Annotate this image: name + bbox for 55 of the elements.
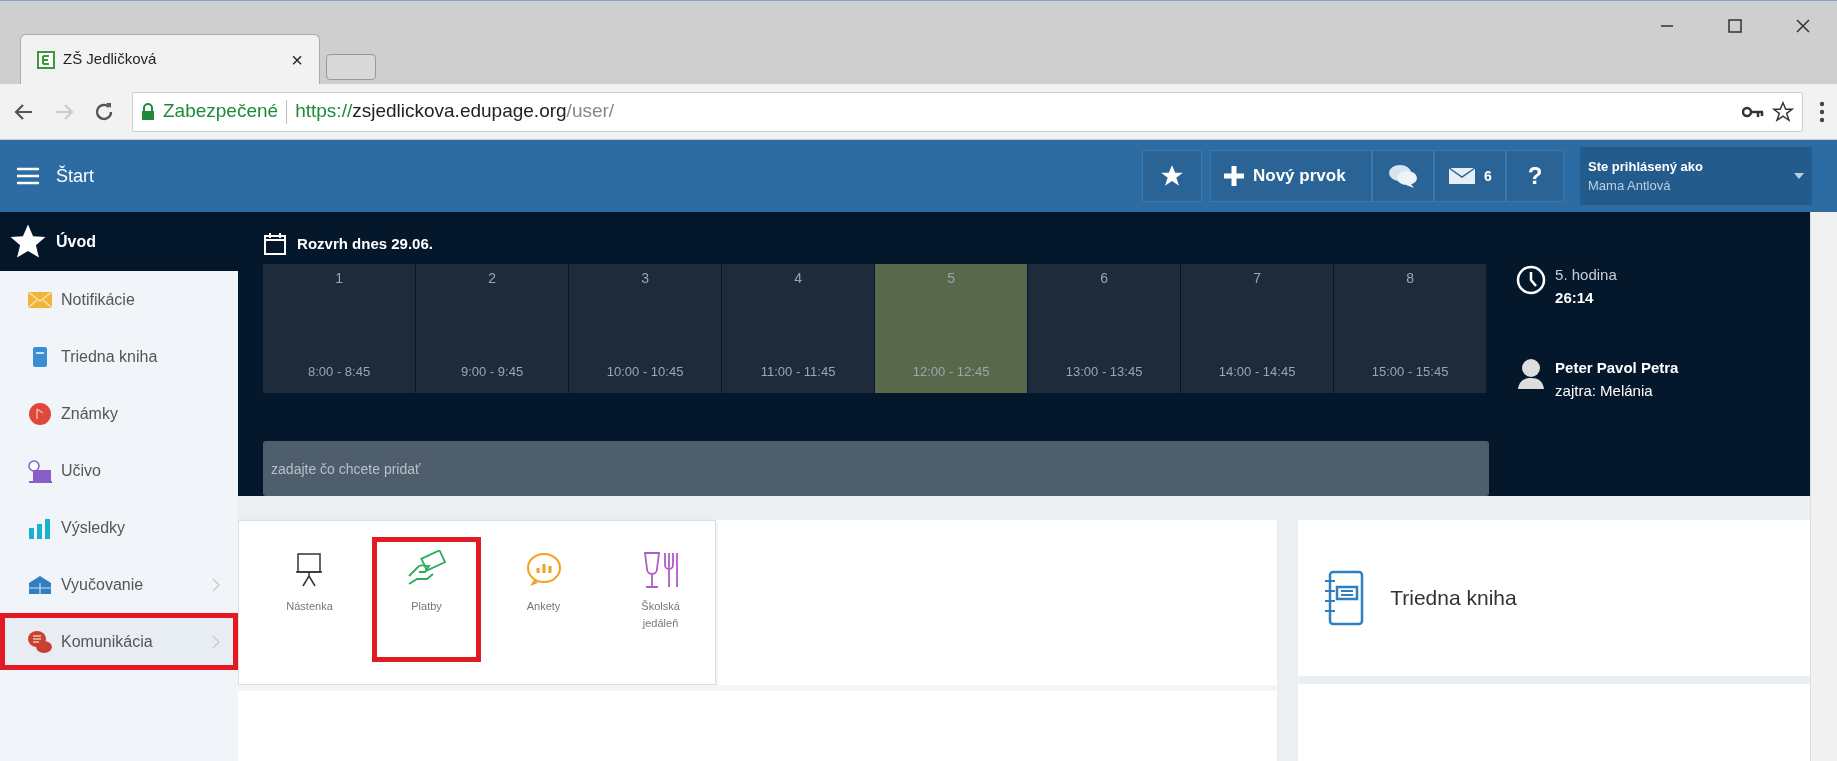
favorites-button[interactable] <box>1142 150 1202 202</box>
current-period: 5. hodina <box>1555 265 1617 285</box>
chat-button[interactable] <box>1372 150 1434 202</box>
plus-icon <box>1223 165 1245 187</box>
sidebar-item[interactable]: Notifikácie <box>0 271 239 328</box>
sidebar-item[interactable]: Triedna kniha <box>0 328 239 385</box>
bookmark-star-icon[interactable] <box>1772 100 1794 123</box>
address-bar[interactable]: Zabezpečené https://zsjedlickova.edupage.org/user/ <box>132 91 1803 132</box>
app-tile[interactable]: Ankety <box>489 537 599 662</box>
caret-icon <box>1794 173 1804 179</box>
class-book-card[interactable]: Triedna kniha <box>1298 520 1811 676</box>
tab-close-button[interactable]: × <box>291 44 303 75</box>
key-icon[interactable] <box>1742 104 1764 119</box>
app-tile[interactable]: Platby <box>372 537 482 662</box>
sidebar-item[interactable]: Známky <box>0 385 239 442</box>
remaining-time: 26:14 <box>1555 287 1595 308</box>
app-tile[interactable]: Školská jedáleň <box>606 537 716 662</box>
user-menu[interactable]: Ste prihlásený ako Mama Antlová <box>1580 147 1812 205</box>
url-text[interactable]: https://zsjedlickova.edupage.org/user/ <box>295 97 615 126</box>
speech-bubbles-icon <box>27 629 53 654</box>
nameday-today: Peter Pavol Petra <box>1555 358 1679 378</box>
clock-icon <box>1515 264 1548 296</box>
sidebar-item[interactable]: Výsledky <box>0 499 239 556</box>
lock-icon <box>141 102 155 121</box>
period-cell[interactable]: 1 8:00 - 8:45 <box>263 264 416 393</box>
help-button[interactable]: ? <box>1506 150 1564 202</box>
user-caption: Ste prihlásený ako <box>1588 157 1704 176</box>
site-favicon-icon <box>37 50 55 69</box>
add-item-field[interactable]: zadajte čo chcete pridať <box>263 441 1490 496</box>
new-item-button[interactable]: Nový prvok <box>1210 150 1372 202</box>
period-cell[interactable]: 4 11:00 - 11:45 <box>722 264 875 393</box>
period-cell[interactable]: 6 13:00 - 13:45 <box>1028 264 1181 393</box>
sidebar-item[interactable]: Komunikácia <box>0 613 239 670</box>
speech-bubbles-icon <box>1388 163 1418 189</box>
period-cell[interactable]: 7 14:00 - 14:45 <box>1181 264 1334 393</box>
sidebar-item[interactable]: Vyučovanie <box>0 556 239 613</box>
browser-tab[interactable]: ZŠ Jedličková × <box>20 34 320 84</box>
nameday-tomorrow: zajtra: Melánia <box>1555 380 1654 401</box>
laptop-clock-icon <box>27 458 53 483</box>
security-label: Zabezpečené <box>163 99 279 124</box>
timetable-heading: Rozvrh dnes 29.06. <box>297 233 433 254</box>
menu-icon[interactable] <box>1819 100 1825 123</box>
grade-icon <box>27 401 53 426</box>
sidebar-item[interactable]: Učivo <box>0 442 239 499</box>
messages-button[interactable]: 6 <box>1434 150 1506 202</box>
scrollbar[interactable] <box>1810 212 1837 761</box>
envelope-icon <box>1448 167 1477 185</box>
app-tile[interactable]: Nástenka <box>255 537 365 662</box>
home-menu-item[interactable]: Úvod <box>0 212 239 271</box>
period-cell[interactable]: 2 9:00 - 9:45 <box>416 264 569 393</box>
user-name: Mama Antlová <box>1588 177 1672 195</box>
period-cell[interactable]: 3 10:00 - 10:45 <box>569 264 722 393</box>
start-menu-button[interactable]: Štart <box>0 162 94 190</box>
menu-icon <box>16 166 40 186</box>
period-cell[interactable]: 8 15:00 - 15:45 <box>1334 264 1487 393</box>
